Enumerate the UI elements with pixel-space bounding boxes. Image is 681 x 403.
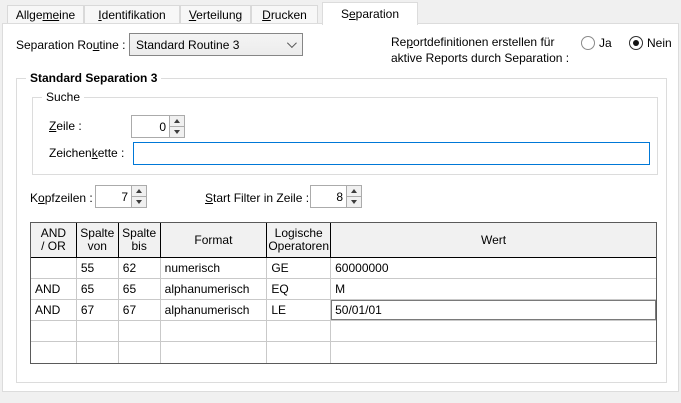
separation-routine-label: Separation Routine : (16, 38, 126, 52)
cell-spalte-von[interactable] (77, 321, 119, 341)
radio-nein-icon[interactable] (629, 36, 643, 50)
separation-routine-dropdown[interactable]: Standard Routine 3 (129, 33, 303, 56)
cell-spalte-bis[interactable]: 67 (119, 300, 161, 320)
group-title: Standard Separation 3 (26, 71, 162, 85)
zeile-spinner-value[interactable]: 0 (132, 116, 169, 137)
spinner-down-icon[interactable] (170, 127, 184, 137)
cell-and-or[interactable] (31, 321, 77, 341)
spinner-buttons (169, 116, 184, 137)
cell-format[interactable] (161, 321, 268, 341)
cell-format[interactable]: alphanumerisch (161, 279, 268, 299)
radio-nein-label: Nein (647, 36, 672, 50)
zeile-label: Zeile : (49, 119, 82, 133)
zeichenkette-label: Zeichenkette : (49, 146, 125, 160)
cell-and-or[interactable]: AND (31, 279, 77, 299)
header-and-or: AND / OR (31, 223, 77, 257)
spinner-up-icon[interactable] (132, 186, 146, 197)
spinner-up-icon[interactable] (170, 116, 184, 127)
kopfzeilen-spinner-value[interactable]: 7 (96, 186, 131, 207)
cell-format[interactable]: alphanumerisch (161, 300, 268, 320)
cell-spalte-bis[interactable]: 65 (119, 279, 161, 299)
spinner-buttons (131, 186, 146, 207)
suche-group-title: Suche (42, 90, 85, 104)
table-row (31, 342, 656, 363)
table-row: AND 65 65 alphanumerisch EQ M (31, 279, 656, 300)
filter-table-header: AND / OR Spalte von Spalte bis Format Logis… (31, 223, 656, 258)
standard-separation-group: Standard Separation 3 Suche Zeile : 0 Ze… (16, 71, 667, 383)
tab-identifikation[interactable]: Identifikation (84, 5, 180, 24)
cell-wert[interactable] (331, 321, 656, 341)
tab-allgemeine[interactable]: Allgemeine (7, 5, 84, 24)
cell-logischer-operator[interactable] (267, 321, 332, 341)
tab-drucken[interactable]: Drucken (251, 5, 318, 24)
cell-wert[interactable] (331, 342, 656, 363)
separation-tab-page: Separation Routine : Standard Routine 3 … (2, 23, 679, 392)
spinner-down-icon[interactable] (347, 197, 361, 207)
filter-table: AND / OR Spalte von Spalte bis Format Logis… (30, 222, 657, 364)
zeichenkette-input[interactable] (133, 142, 650, 165)
cell-and-or[interactable]: AND (31, 300, 77, 320)
startfilter-spinner[interactable]: 8 (310, 185, 362, 208)
cell-spalte-von[interactable] (77, 342, 119, 363)
header-logische-operatoren: Logische Operatoren (267, 223, 332, 257)
cell-edit-box[interactable]: 50/01/01 (331, 300, 657, 320)
radio-ja-label: Ja (599, 36, 612, 50)
cell-logischer-operator[interactable]: LE (267, 300, 332, 320)
tab-verteilung[interactable]: Verteilung (180, 5, 251, 24)
tab-label: Verteilung (188, 8, 243, 22)
dropdown-value: Standard Routine 3 (136, 37, 240, 52)
tab-label: Identifikation (98, 8, 166, 22)
cell-format[interactable]: numerisch (161, 258, 268, 278)
tab-label: Allgemeine (15, 8, 76, 22)
cell-logischer-operator[interactable]: EQ (267, 279, 332, 299)
cell-spalte-von[interactable]: 65 (77, 279, 119, 299)
cell-format[interactable] (161, 342, 268, 363)
header-format: Format (161, 223, 268, 257)
cell-wert[interactable]: M (331, 279, 656, 299)
tab-label: Separation (340, 7, 400, 21)
cell-and-or[interactable] (31, 342, 77, 363)
cell-wert-editing[interactable]: 50/01/01 (331, 300, 657, 320)
tab-separation[interactable]: Separation (322, 2, 418, 25)
startfilter-label: Start Filter in Zeile : (205, 191, 310, 205)
cell-spalte-bis[interactable] (119, 321, 161, 341)
spinner-down-icon[interactable] (132, 197, 146, 207)
tab-label: Drucken (262, 8, 307, 22)
table-row: AND 67 67 alphanumerisch LE 50/01/01 (31, 300, 657, 321)
radio-ja-icon[interactable] (581, 36, 595, 50)
table-row (31, 321, 656, 342)
cell-and-or[interactable] (31, 258, 77, 278)
header-spalte-von: Spalte von (77, 223, 119, 257)
suche-group: Suche Zeile : 0 Zeichenkette : (32, 90, 658, 175)
cell-spalte-bis[interactable] (119, 342, 161, 363)
spinner-buttons (346, 186, 361, 207)
radio-option-ja[interactable]: Ja (581, 36, 612, 50)
kopfzeilen-label: Kopfzeilen : (30, 191, 93, 205)
zeile-spinner[interactable]: 0 (131, 115, 185, 138)
table-row: 55 62 numerisch GE 60000000 (31, 258, 656, 279)
header-spalte-bis: Spalte bis (119, 223, 161, 257)
cell-spalte-bis[interactable]: 62 (119, 258, 161, 278)
cell-wert[interactable]: 60000000 (331, 258, 656, 278)
cell-logischer-operator[interactable]: GE (267, 258, 332, 278)
header-wert: Wert (480, 232, 507, 247)
report-definitions-label: Reportdefinitionen erstellen für aktive … (391, 35, 570, 65)
startfilter-spinner-value[interactable]: 8 (311, 186, 346, 207)
cell-spalte-von[interactable]: 55 (77, 258, 119, 278)
cell-spalte-von[interactable]: 67 (77, 300, 119, 320)
chevron-down-icon (286, 38, 297, 49)
spinner-up-icon[interactable] (347, 186, 361, 197)
kopfzeilen-spinner[interactable]: 7 (95, 185, 147, 208)
cell-logischer-operator[interactable] (267, 342, 332, 363)
radio-option-nein[interactable]: Nein (629, 36, 672, 50)
